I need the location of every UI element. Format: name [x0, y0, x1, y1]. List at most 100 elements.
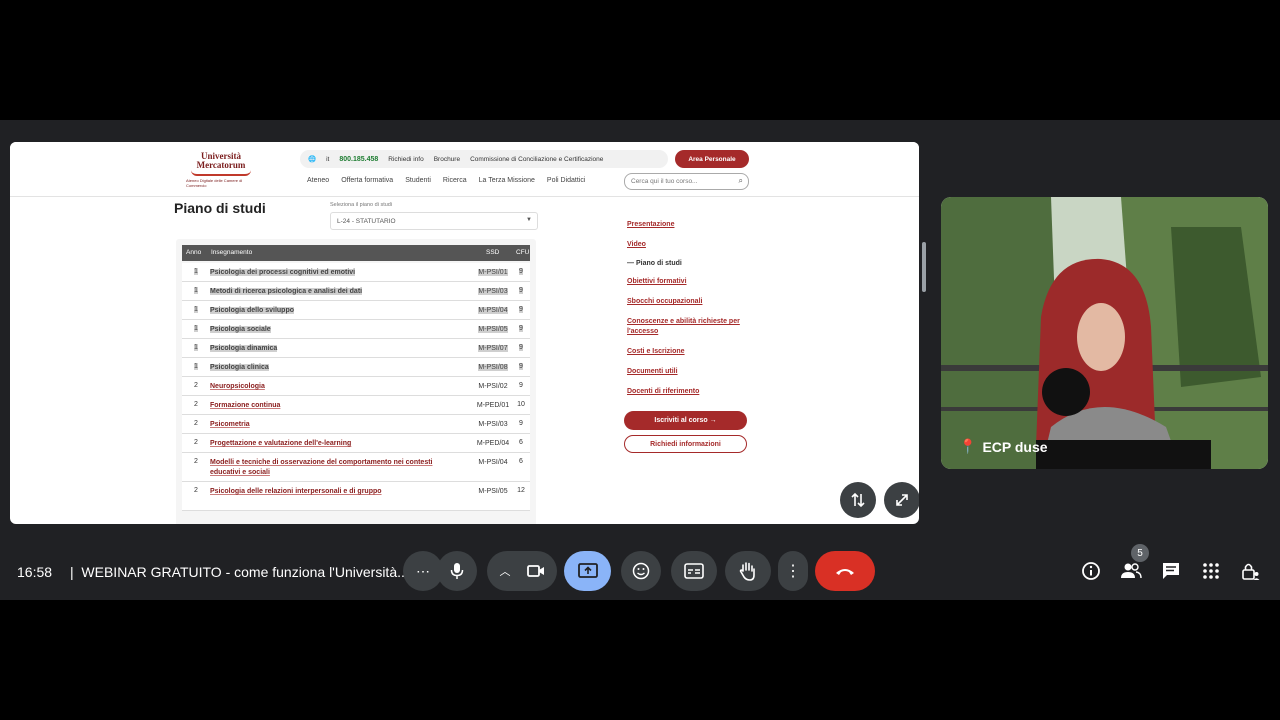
pin-icon[interactable]: 📍	[959, 438, 976, 455]
side-menu-link[interactable]: Obiettivi formativi	[627, 277, 767, 287]
cell-anno-text: 1	[194, 268, 198, 275]
cell-ssd: M-PSI/02	[475, 382, 511, 392]
cell-ssd: M-PSI/05	[475, 487, 511, 497]
search-icon[interactable]: ⌕	[739, 176, 743, 186]
cell-insegnamento-text: Progettazione e valutazione dell'e-learn…	[210, 440, 352, 447]
area-personale-button[interactable]: Area Personale	[675, 150, 749, 168]
piano-table: Anno Insegnamento SSD CFU 1 Psicologia de…	[176, 239, 536, 524]
cell-insegnamento[interactable]: Metodi di ricerca psicologica e analisi …	[210, 287, 462, 297]
table-row: 2 Neuropsicologia M-PSI/02 9	[182, 377, 530, 396]
raise-hand-button[interactable]	[725, 551, 771, 591]
cell-anno: 1	[190, 325, 202, 332]
table-row: 2 Psicologia delle relazioni interpersona…	[182, 482, 530, 511]
side-menu-link[interactable]: Sbocchi occupazionali	[627, 297, 767, 307]
chat-icon	[1163, 563, 1179, 579]
side-menu-link[interactable]: Conoscenze e abilità richieste per l'acc…	[627, 317, 767, 337]
people-button[interactable]	[1120, 560, 1142, 582]
side-menu-link[interactable]: Video	[627, 240, 767, 250]
cell-insegnamento[interactable]: Progettazione e valutazione dell'e-learn…	[210, 439, 462, 449]
nav-ateneo[interactable]: Ateneo	[307, 177, 329, 184]
cell-insegnamento[interactable]: Psicologia delle relazioni interpersonal…	[210, 487, 462, 497]
host-controls-button[interactable]	[1240, 560, 1262, 582]
piano-select[interactable]: L-24 - STATUTARIO ▼	[330, 212, 538, 230]
title-separator: |	[70, 564, 74, 580]
cell-anno-text: 2	[194, 439, 198, 446]
iscriviti-button[interactable]: Iscriviti al corso →	[624, 411, 747, 430]
chat-button[interactable]	[1160, 560, 1182, 582]
cell-insegnamento[interactable]: Psicologia dinamica	[210, 344, 462, 354]
phone-number[interactable]: 800.185.458	[339, 156, 378, 163]
table-row: 1 Psicologia sociale M-PSI/05 9	[182, 320, 530, 339]
cell-cfu: 12	[515, 487, 527, 494]
cell-insegnamento[interactable]: Neuropsicologia	[210, 382, 462, 392]
course-side-menu: Presentazione Video — Piano di studi Obiett…	[627, 220, 767, 407]
scrollbar-thumb[interactable]	[922, 242, 926, 292]
side-link-text: Piano di studi	[635, 260, 682, 267]
side-menu-link[interactable]: Docenti di riferimento	[627, 387, 767, 397]
screen-scrollbar[interactable]	[920, 142, 928, 524]
cell-insegnamento-text: Psicologia sociale	[210, 326, 271, 333]
cell-cfu-text: 9	[519, 363, 523, 370]
participant-tile[interactable]: 📍 ECP duse	[941, 197, 1268, 469]
participant-name: ECP duse	[982, 438, 1048, 455]
cell-insegnamento-text: Modelli e tecniche di osservazione del c…	[210, 459, 433, 476]
cell-insegnamento-text: Metodi di ricerca psicologica e analisi …	[210, 288, 363, 295]
cell-insegnamento[interactable]: Modelli e tecniche di osservazione del c…	[210, 458, 462, 478]
cell-insegnamento-text: Psicometria	[210, 421, 250, 428]
side-menu-link[interactable]: Costi e Iscrizione	[627, 347, 767, 357]
nav-terza-missione[interactable]: La Terza Missione	[479, 177, 535, 184]
nav-ricerca[interactable]: Ricerca	[443, 177, 467, 184]
captions-button[interactable]	[671, 551, 717, 591]
cell-cfu: 6	[515, 458, 527, 465]
cell-ssd-text: M-PSI/03	[478, 288, 508, 295]
cell-insegnamento[interactable]: Formazione continua	[210, 401, 462, 411]
topbar-link-commissione[interactable]: Commissione di Conciliazione e Certifica…	[470, 156, 603, 163]
lang-select[interactable]: it	[326, 156, 329, 163]
vertical-dots-icon: ⋮	[785, 563, 801, 580]
cell-anno: 2	[190, 487, 202, 494]
side-link-text: Obiettivi formativi	[627, 278, 687, 285]
microphone-button[interactable]	[437, 551, 477, 591]
globe-icon[interactable]: 🌐	[308, 155, 316, 163]
meeting-stage: Università Mercatorum Ateneo Digitale de…	[0, 120, 1280, 600]
side-menu-current[interactable]: — Piano di studi	[627, 260, 767, 267]
cell-insegnamento[interactable]: Psicologia dello sviluppo	[210, 306, 462, 316]
nav-studenti[interactable]: Studenti	[405, 177, 431, 184]
activities-button[interactable]	[1200, 560, 1222, 582]
cell-ssd-text: M-PSI/01	[478, 269, 508, 276]
cell-anno-text: 1	[194, 306, 198, 313]
cell-anno: 1	[190, 344, 202, 351]
topbar-link-info[interactable]: Richiedi info	[388, 156, 423, 163]
cell-insegnamento[interactable]: Psicologia dei processi cognitivi ed emo…	[210, 268, 462, 278]
present-screen-button[interactable]	[564, 551, 611, 591]
camera-control-group: ︿	[487, 551, 557, 591]
meeting-info-button[interactable]	[1080, 560, 1102, 582]
cell-anno: 1	[190, 268, 202, 275]
side-menu-link[interactable]: Presentazione	[627, 220, 767, 230]
fullscreen-button[interactable]	[884, 482, 919, 518]
table-row: 1 Psicologia dello sviluppo M-PSI/04 9	[182, 301, 530, 320]
university-logo[interactable]: Università Mercatorum Ateneo Digitale de…	[186, 152, 256, 190]
cell-anno-text: 1	[194, 344, 198, 351]
leave-call-button[interactable]	[815, 551, 875, 591]
header-cfu: CFU	[516, 249, 530, 256]
more-actions-button[interactable]: ⋮	[778, 551, 808, 591]
reactions-button[interactable]	[621, 551, 661, 591]
camera-icon[interactable]	[526, 564, 545, 578]
cell-insegnamento[interactable]: Psicometria	[210, 420, 462, 430]
side-menu-link[interactable]: Documenti utili	[627, 367, 767, 377]
richiedi-informazioni-button[interactable]: Richiedi informazioni	[624, 435, 747, 453]
nav-poli[interactable]: Poli Didattici	[547, 177, 586, 184]
cell-insegnamento[interactable]: Psicologia clinica	[210, 363, 462, 373]
hand-icon	[739, 562, 755, 581]
cell-ssd-text: M-PSI/07	[478, 345, 508, 352]
nav-offerta[interactable]: Offerta formativa	[341, 177, 393, 184]
site-search-input[interactable]: Cerca qui il tuo corso... ⌕	[624, 173, 749, 190]
cell-cfu-text: 9	[519, 420, 523, 427]
cell-ssd-text: M-PSI/04	[478, 307, 508, 314]
topbar-link-brochure[interactable]: Brochure	[434, 156, 460, 163]
meeting-time: 16:58	[17, 564, 53, 580]
chevron-up-icon[interactable]: ︿	[500, 563, 511, 579]
swap-layout-button[interactable]	[840, 482, 876, 518]
cell-insegnamento[interactable]: Psicologia sociale	[210, 325, 462, 335]
